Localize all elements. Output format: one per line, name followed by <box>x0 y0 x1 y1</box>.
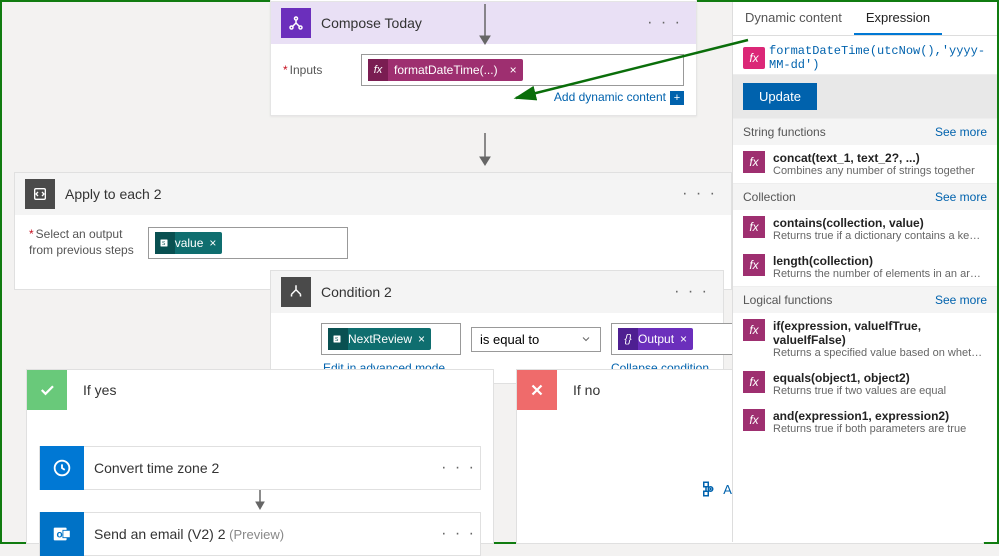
update-button[interactable]: Update <box>743 83 817 110</box>
condition-title: Condition 2 <box>321 284 660 300</box>
fx-icon: fx <box>368 59 388 81</box>
inputs-label: Inputs <box>283 63 353 77</box>
tab-expression[interactable]: Expression <box>854 2 942 35</box>
action-menu-icon[interactable]: · · · <box>437 459 480 477</box>
see-more-link[interactable]: See more <box>935 190 987 204</box>
condition-icon <box>281 277 311 307</box>
select-output-label-2: from previous steps <box>29 243 134 259</box>
expression-input[interactable]: formatDateTime(utcNow(),'yyyy-MM-dd') <box>769 44 987 72</box>
value-token[interactable]: S value × <box>155 232 223 254</box>
fx-icon: fx <box>743 151 765 173</box>
apply-each-menu-icon[interactable]: · · · <box>678 185 721 203</box>
category-string-functions: String functions See more <box>733 118 997 145</box>
token-remove-icon[interactable]: × <box>412 332 431 346</box>
token-remove-icon[interactable]: × <box>203 236 222 250</box>
fx-icon: fx <box>743 254 765 276</box>
fx-icon: fx <box>743 319 765 341</box>
close-icon <box>517 370 557 410</box>
see-more-link[interactable]: See more <box>935 125 987 139</box>
output-token[interactable]: {} Output × <box>618 328 693 350</box>
tab-dynamic-content[interactable]: Dynamic content <box>733 2 854 35</box>
apply-each-title: Apply to each 2 <box>65 186 668 202</box>
prev-card-fragment <box>270 0 697 2</box>
fx-icon: fx <box>743 409 765 431</box>
chevron-down-icon <box>580 333 592 345</box>
token-remove-icon[interactable]: × <box>504 63 523 77</box>
fx-icon: fx <box>743 216 765 238</box>
category-collection: Collection See more <box>733 183 997 210</box>
fx-icon: fx <box>743 47 765 69</box>
compose-icon <box>281 8 311 38</box>
select-output-label-1: Select an output <box>29 227 134 243</box>
send-email-action[interactable]: o Send an email (V2) 2 (Preview) · · · <box>39 512 481 556</box>
if-yes-branch: If yes Convert time zone 2 · · · o Send … <box>26 369 494 544</box>
svg-text:o: o <box>57 530 63 541</box>
condition-left-field[interactable]: S NextReview × <box>321 323 461 355</box>
plus-icon: + <box>670 91 684 105</box>
sharepoint-icon: S <box>155 232 175 254</box>
if-yes-label: If yes <box>77 382 116 398</box>
fn-length[interactable]: fx length(collection)Returns the number … <box>733 248 997 286</box>
clock-icon <box>40 446 84 490</box>
convert-timezone-action[interactable]: Convert time zone 2 · · · <box>39 446 481 490</box>
arrow-down-icon <box>473 4 497 48</box>
category-logical: Logical functions See more <box>733 286 997 313</box>
add-step-icon <box>697 480 715 498</box>
condition-operator-select[interactable]: is equal to <box>471 327 601 352</box>
fn-and[interactable]: fx and(expression1, expression2)Returns … <box>733 403 997 441</box>
fn-equals[interactable]: fx equals(object1, object2)Returns true … <box>733 365 997 403</box>
loop-icon <box>25 179 55 209</box>
compose-inputs-field[interactable]: fx formatDateTime(...) × <box>361 54 684 86</box>
fx-token[interactable]: fx formatDateTime(...) × <box>368 59 523 81</box>
check-icon <box>27 370 67 410</box>
compose-menu-icon[interactable]: · · · <box>643 14 686 32</box>
expression-panel: Dynamic content Expression fx formatDate… <box>732 2 997 542</box>
token-remove-icon[interactable]: × <box>674 332 693 346</box>
action-menu-icon[interactable]: · · · <box>437 525 480 543</box>
condition-menu-icon[interactable]: · · · <box>670 283 713 301</box>
arrow-down-icon <box>39 490 481 512</box>
select-output-field[interactable]: S value × <box>148 227 348 259</box>
add-dynamic-content-link[interactable]: Add dynamic content+ <box>283 90 684 105</box>
fx-icon: fx <box>743 371 765 393</box>
see-more-link[interactable]: See more <box>935 293 987 307</box>
condition-right-field[interactable]: {} Output × <box>611 323 741 355</box>
fn-contains[interactable]: fx contains(collection, value)Returns tr… <box>733 210 997 248</box>
condition-card: Condition 2 · · · S NextReview × is equa… <box>270 270 724 384</box>
fn-if[interactable]: fx if(expression, valueIfTrue, valueIfFa… <box>733 313 997 365</box>
outlook-icon: o <box>40 512 84 556</box>
nextreview-token[interactable]: S NextReview × <box>328 328 431 350</box>
arrow-down-icon <box>473 133 497 169</box>
compose-output-icon: {} <box>618 328 638 350</box>
fn-concat[interactable]: fx concat(text_1, text_2?, ...)Combines … <box>733 145 997 183</box>
condition-header[interactable]: Condition 2 · · · <box>271 271 723 313</box>
sharepoint-icon: S <box>328 328 348 350</box>
apply-each-header[interactable]: Apply to each 2 · · · <box>15 173 731 215</box>
if-no-label: If no <box>567 382 600 398</box>
